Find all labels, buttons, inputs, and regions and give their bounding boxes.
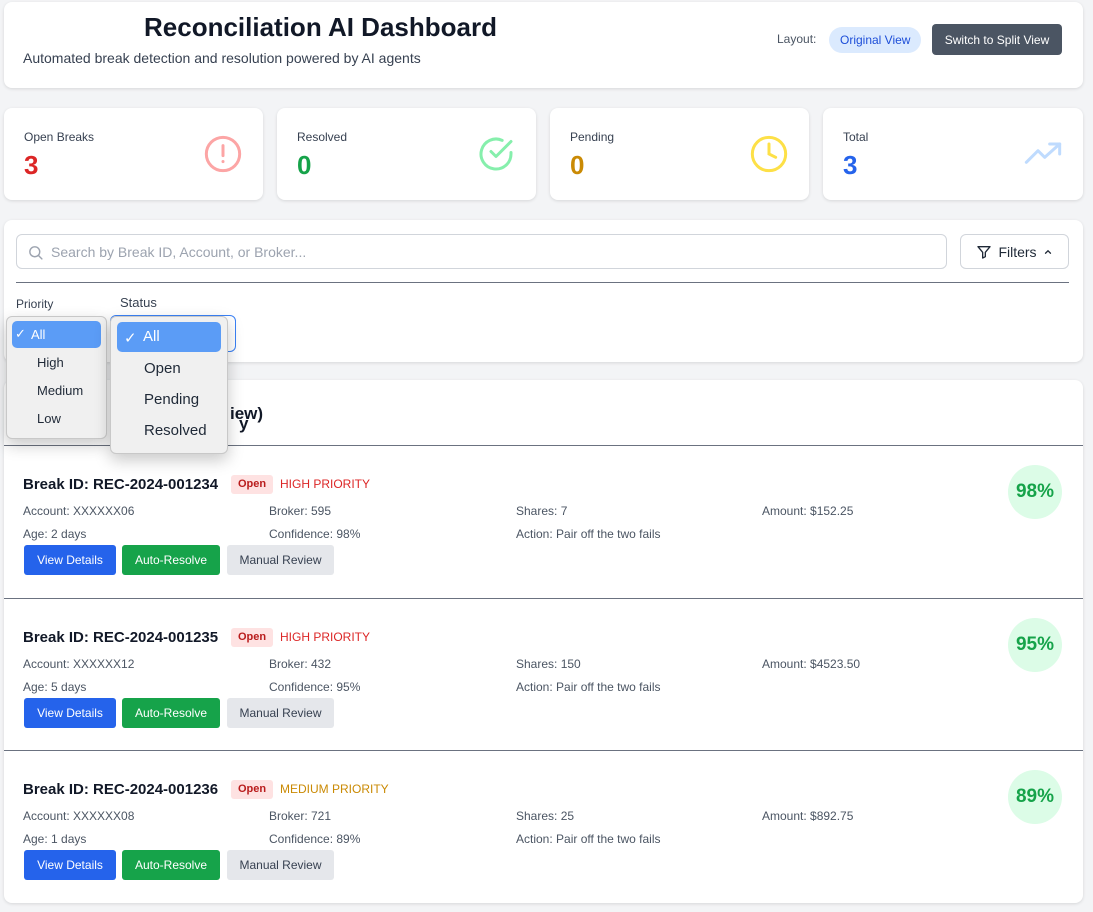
stat-value: 3 (24, 150, 39, 180)
stat-value: 3 (843, 150, 858, 180)
filter-funnel-icon (977, 245, 992, 259)
manual-review-button[interactable]: Manual Review (227, 698, 334, 728)
priority-option-medium[interactable]: Medium (7, 377, 106, 405)
clock-icon (750, 135, 788, 173)
status-badge: Open (231, 628, 274, 647)
auto-resolve-button[interactable]: Auto-Resolve (122, 850, 220, 880)
stat-card-total: Total 3 (823, 108, 1083, 200)
break-id: Break ID: REC-2024-001235 (23, 629, 219, 646)
amount-field: Amount: $892.75 (762, 809, 854, 823)
status-dropdown-menu: ✓ All Open Pending Resolved (110, 316, 228, 454)
stat-value: 0 (297, 150, 312, 180)
broker-field: Broker: 595 (269, 504, 332, 518)
break-list-panel: iew) y Break ID: REC-2024-001234 Open HI… (4, 380, 1083, 903)
view-details-button[interactable]: View Details (24, 698, 116, 728)
status-option-open[interactable]: Open (111, 354, 227, 385)
confidence-field: Confidence: 98% (269, 527, 361, 541)
confidence-score-badge: 89% (1008, 770, 1062, 824)
broker-field: Broker: 721 (269, 809, 332, 823)
search-box (16, 234, 947, 269)
page-title: Reconciliation AI Dashboard (144, 12, 497, 42)
search-icon (29, 246, 43, 260)
priority-option-low[interactable]: Low (7, 405, 106, 433)
priority-label: HIGH PRIORITY (280, 477, 371, 491)
trending-up-icon (1024, 142, 1062, 164)
list-title-glyph: y (239, 414, 249, 433)
divider (4, 598, 1083, 599)
stat-label: Pending (570, 130, 615, 144)
age-field: Age: 2 days (23, 527, 87, 541)
manual-review-button[interactable]: Manual Review (227, 545, 334, 575)
filters-button-label: Filters (998, 243, 1037, 260)
priority-option-high[interactable]: High (7, 349, 106, 377)
page-subtitle: Automated break detection and resolution… (23, 50, 421, 66)
switch-split-view-button[interactable]: Switch to Split View (932, 24, 1062, 55)
manual-review-button[interactable]: Manual Review (227, 850, 334, 880)
age-field: Age: 1 days (23, 832, 87, 846)
stat-label: Open Breaks (24, 130, 95, 144)
amount-field: Amount: $152.25 (762, 504, 854, 518)
confidence-field: Confidence: 95% (269, 680, 361, 694)
search-input[interactable] (51, 235, 931, 268)
shares-field: Shares: 150 (516, 657, 581, 671)
status-option-resolved[interactable]: Resolved (111, 416, 227, 447)
action-field: Action: Pair off the two fails (516, 527, 661, 541)
broker-field: Broker: 432 (269, 657, 332, 671)
status-option-pending[interactable]: Pending (111, 385, 227, 416)
auto-resolve-button[interactable]: Auto-Resolve (122, 698, 220, 728)
break-row: Break ID: REC-2024-001234 Open HIGH PRIO… (4, 458, 1083, 598)
filters-toggle-button[interactable]: Filters (960, 234, 1069, 269)
priority-dropdown-menu: ✓ All High Medium Low (6, 316, 107, 439)
break-row: Break ID: REC-2024-001236 Open MEDIUM PR… (4, 763, 1083, 903)
priority-label: MEDIUM PRIORITY (280, 782, 389, 796)
priority-option-all[interactable]: ✓ All (12, 321, 101, 348)
stat-card-open-breaks: Open Breaks 3 (4, 108, 263, 200)
stat-label: Resolved (297, 130, 348, 144)
break-id: Break ID: REC-2024-001234 (23, 476, 219, 493)
priority-label: HIGH PRIORITY (280, 630, 371, 644)
checkmark-icon: ✓ (15, 326, 26, 341)
action-field: Action: Pair off the two fails (516, 832, 661, 846)
divider (4, 750, 1083, 751)
auto-resolve-button[interactable]: Auto-Resolve (122, 545, 220, 575)
status-filter-label: Status (120, 295, 157, 310)
account-field: Account: XXXXXX06 (23, 504, 135, 518)
age-field: Age: 5 days (23, 680, 87, 694)
stat-card-resolved: Resolved 0 (277, 108, 536, 200)
status-badge: Open (231, 475, 274, 494)
stat-value: 0 (570, 150, 585, 180)
status-option-all[interactable]: ✓ All (117, 322, 221, 352)
status-badge: Open (231, 780, 274, 799)
account-field: Account: XXXXXX12 (23, 657, 135, 671)
layout-label: Layout: (777, 32, 817, 46)
check-circle-icon (479, 137, 513, 171)
priority-filter-label: Priority (16, 297, 54, 311)
action-field: Action: Pair off the two fails (516, 680, 661, 694)
confidence-field: Confidence: 89% (269, 832, 361, 846)
stat-card-pending: Pending 0 (550, 108, 809, 200)
chevron-up-icon (1044, 249, 1051, 254)
alert-circle-icon (204, 135, 242, 173)
stat-label: Total (843, 130, 869, 144)
dashboard-header: Reconciliation AI Dashboard Automated br… (4, 2, 1083, 88)
break-id: Break ID: REC-2024-001236 (23, 781, 219, 798)
layout-badge: Original View (829, 27, 922, 53)
shares-field: Shares: 25 (516, 809, 575, 823)
amount-field: Amount: $4523.50 (762, 657, 861, 671)
account-field: Account: XXXXXX08 (23, 809, 135, 823)
checkmark-icon: ✓ (124, 330, 137, 347)
confidence-score-badge: 98% (1008, 465, 1062, 519)
view-details-button[interactable]: View Details (24, 850, 116, 880)
divider (16, 282, 1069, 283)
view-details-button[interactable]: View Details (24, 545, 116, 575)
break-row: Break ID: REC-2024-001235 Open HIGH PRIO… (4, 611, 1083, 751)
confidence-score-badge: 95% (1008, 618, 1062, 672)
shares-field: Shares: 7 (516, 504, 568, 518)
